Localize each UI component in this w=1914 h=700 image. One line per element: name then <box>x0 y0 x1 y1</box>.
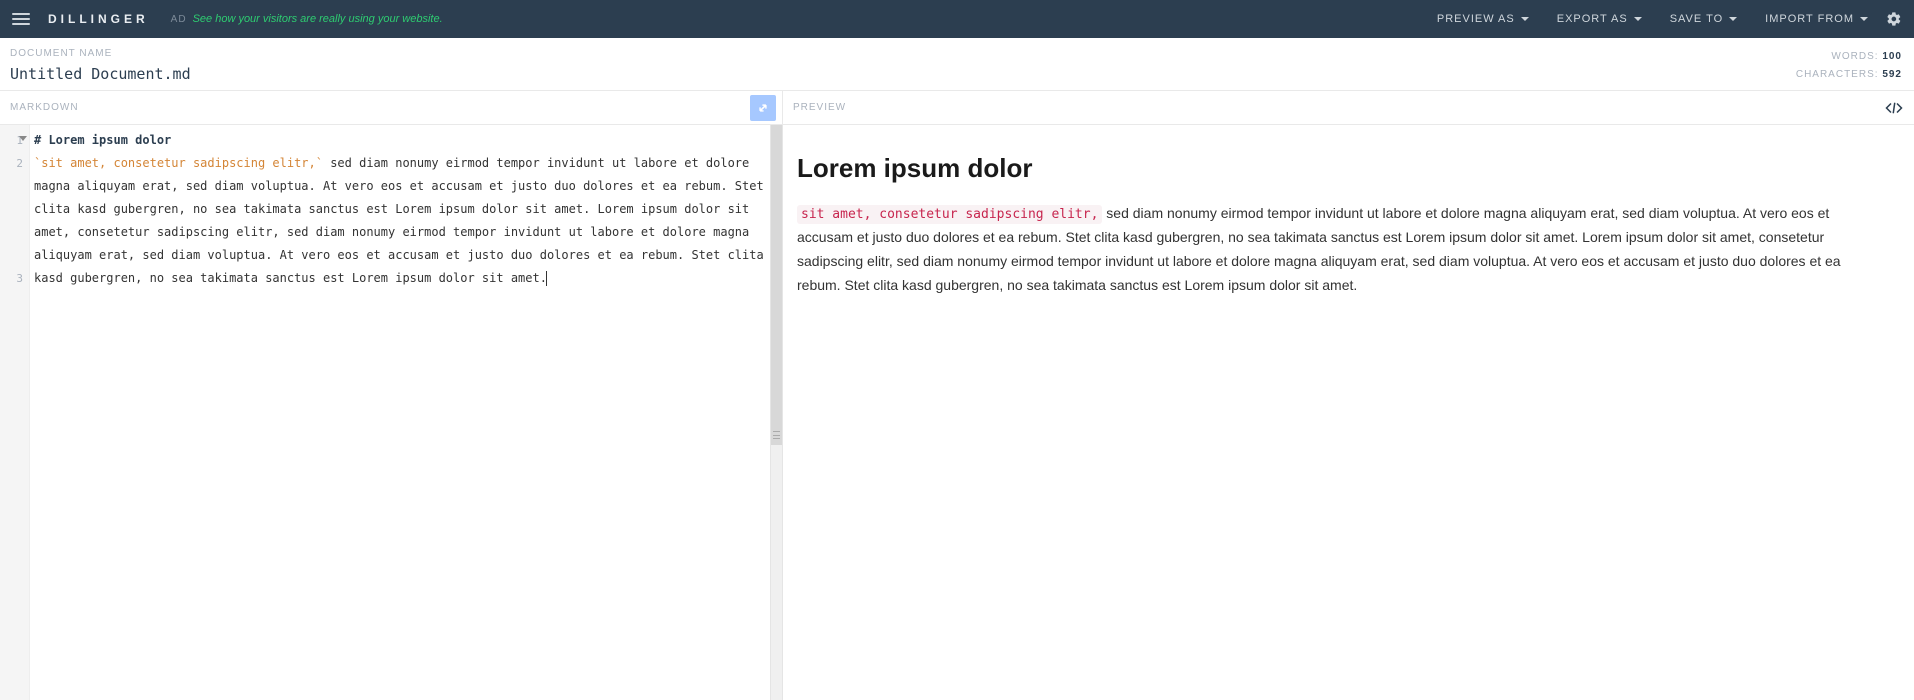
chevron-down-icon <box>1634 17 1642 21</box>
text-cursor <box>546 271 547 286</box>
gear-icon[interactable] <box>1886 11 1902 27</box>
words-label: WORDS: <box>1831 51 1878 62</box>
words-value: 100 <box>1882 51 1902 62</box>
chevron-down-icon <box>1729 17 1737 21</box>
main-split: 1 2 3 # Lorem ipsum dolor `sit amet, con… <box>0 125 1914 700</box>
preview-panel-label: PREVIEW <box>793 102 846 113</box>
import-from-menu[interactable]: IMPORT FROM <box>1765 13 1868 25</box>
preview-pane: Lorem ipsum dolor sit amet, consetetur s… <box>783 125 1902 700</box>
topbar: DILLINGER AD See how your visitors are r… <box>0 0 1914 38</box>
preview-inline-code: sit amet, consetetur sadipscing elitr, <box>797 205 1102 224</box>
save-to-label: SAVE TO <box>1670 13 1723 25</box>
expand-icon <box>756 101 770 115</box>
preview-heading: Lorem ipsum dolor <box>797 153 1878 184</box>
chevron-down-icon <box>1521 17 1529 21</box>
ad-banner[interactable]: AD See how your visitors are really usin… <box>171 13 443 25</box>
document-stats: WORDS: 100 CHARACTERS: 592 <box>1796 48 1902 84</box>
preview-panel-header: PREVIEW <box>783 91 1914 124</box>
ad-tag: AD <box>171 14 187 25</box>
markdown-panel-header: MARKDOWN <box>0 91 783 124</box>
html-toggle-icon[interactable] <box>1884 99 1904 117</box>
line-number: 1 <box>0 129 23 152</box>
document-name-input[interactable]: Untitled Document.md <box>10 65 1796 83</box>
ad-text: See how your visitors are really using y… <box>193 13 443 25</box>
characters-label: CHARACTERS: <box>1796 69 1879 80</box>
fold-caret-icon[interactable] <box>19 136 27 141</box>
hamburger-menu-icon[interactable] <box>12 10 30 28</box>
markdown-editor[interactable]: 1 2 3 # Lorem ipsum dolor `sit amet, con… <box>0 125 770 700</box>
preview-as-menu[interactable]: PREVIEW AS <box>1437 13 1529 25</box>
chevron-down-icon <box>1860 17 1868 21</box>
characters-value: 592 <box>1882 69 1902 80</box>
code-area[interactable]: # Lorem ipsum dolor `sit amet, consetetu… <box>30 125 770 700</box>
line-number: 2 <box>0 152 23 175</box>
panel-headers: MARKDOWN PREVIEW <box>0 91 1914 125</box>
markdown-panel-label: MARKDOWN <box>10 102 79 113</box>
import-from-label: IMPORT FROM <box>1765 13 1854 25</box>
editor-line-2[interactable]: `sit amet, consetetur sadipscing elitr,`… <box>34 152 766 290</box>
save-to-menu[interactable]: SAVE TO <box>1670 13 1737 25</box>
preview-as-label: PREVIEW AS <box>1437 13 1515 25</box>
line-gutter: 1 2 3 <box>0 125 30 700</box>
top-menu: PREVIEW AS EXPORT AS SAVE TO IMPORT FROM <box>1437 13 1868 25</box>
app-logo: DILLINGER <box>48 12 149 26</box>
document-name-label: DOCUMENT NAME <box>10 48 1796 59</box>
scrollbar-thumb[interactable] <box>771 125 782 445</box>
line-number: 3 <box>0 267 23 290</box>
document-header-row: DOCUMENT NAME Untitled Document.md WORDS… <box>0 38 1914 91</box>
editor-line-2-rest: sed diam nonumy eirmod tempor invidunt u… <box>34 156 770 285</box>
editor-inline-code: `sit amet, consetetur sadipscing elitr,` <box>34 156 323 170</box>
export-as-label: EXPORT AS <box>1557 13 1628 25</box>
editor-scrollbar[interactable] <box>770 125 783 700</box>
expand-editor-button[interactable] <box>750 95 776 121</box>
export-as-menu[interactable]: EXPORT AS <box>1557 13 1642 25</box>
editor-line-1[interactable]: # Lorem ipsum dolor <box>34 129 766 152</box>
app-root: DILLINGER AD See how your visitors are r… <box>0 0 1914 700</box>
preview-scrollbar[interactable] <box>1902 125 1914 700</box>
preview-paragraph: sit amet, consetetur sadipscing elitr, s… <box>797 202 1878 297</box>
